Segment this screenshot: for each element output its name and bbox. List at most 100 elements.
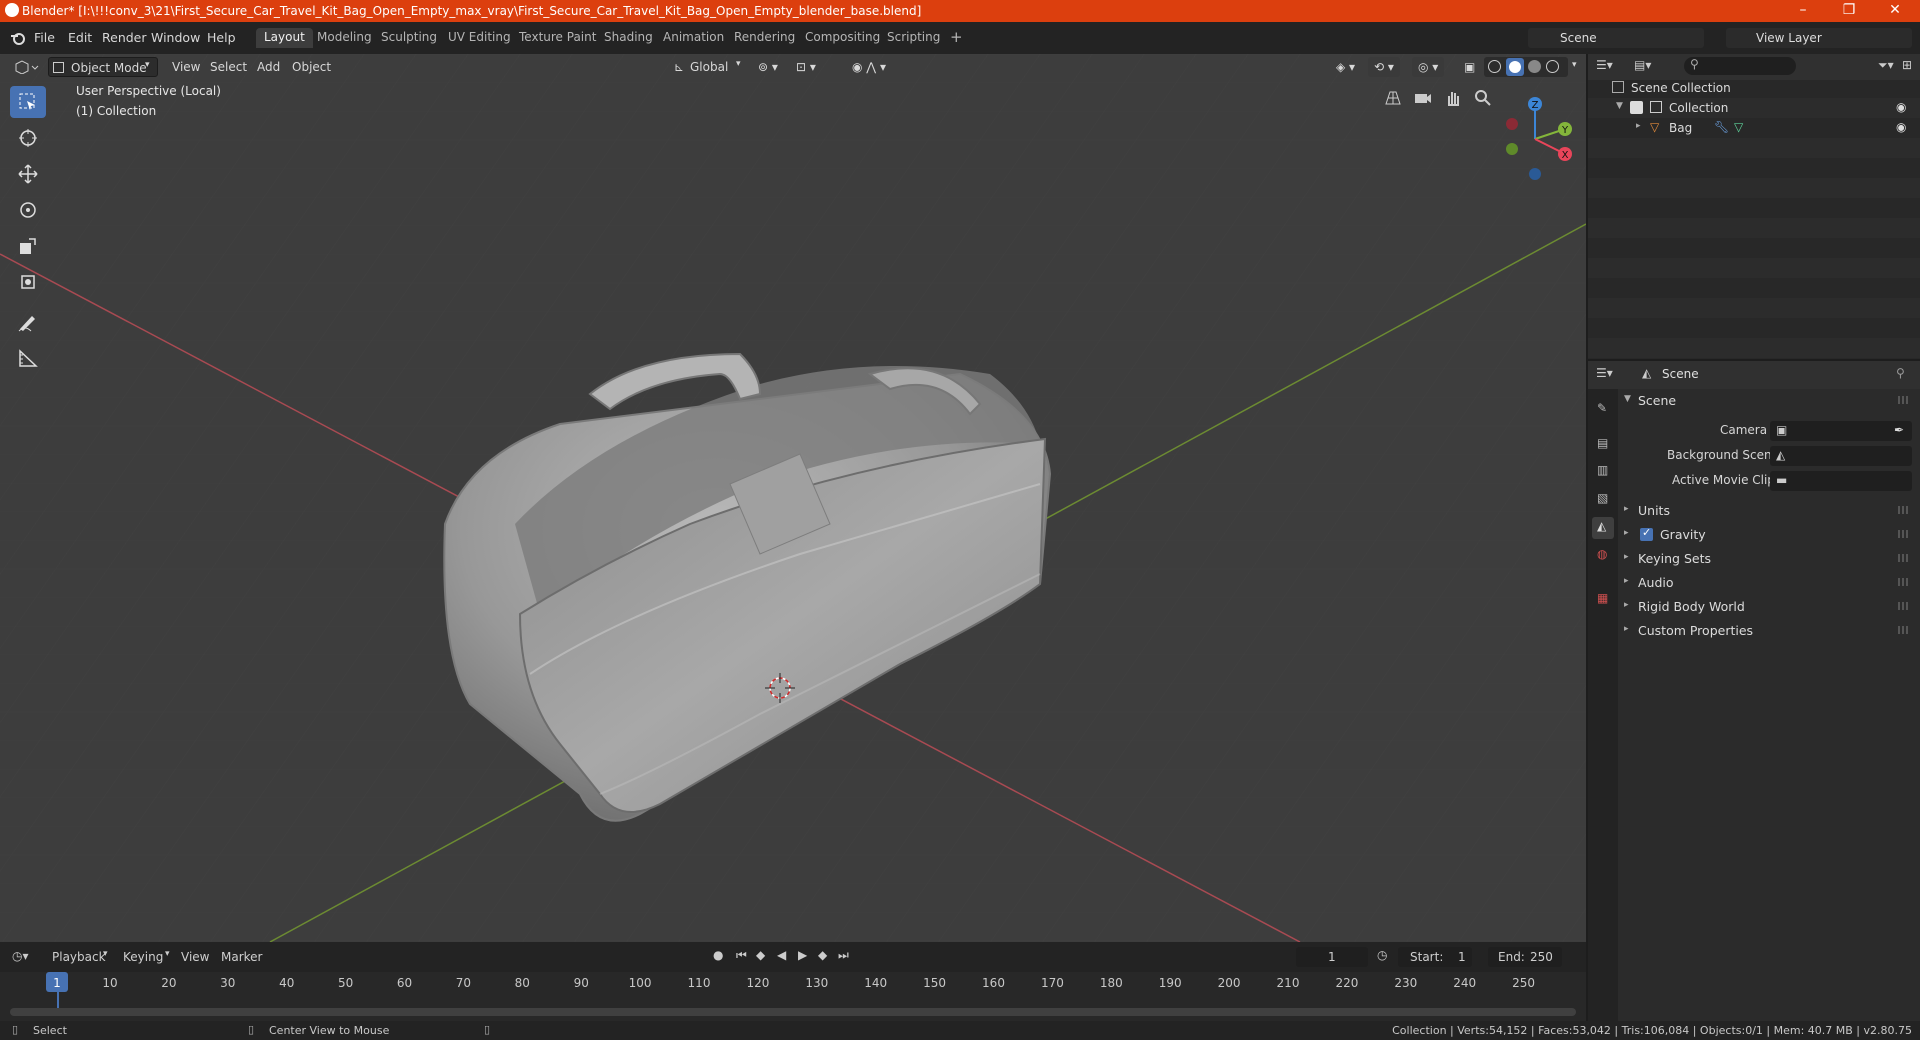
- tab-render[interactable]: ▤: [1592, 434, 1614, 456]
- zoom-view-icon[interactable]: [1473, 88, 1493, 108]
- gravity-panel[interactable]: ▸ ✓ Gravity: [1624, 524, 1914, 546]
- outliner-row-scene-collection[interactable]: Scene Collection: [1588, 78, 1920, 98]
- tab-output[interactable]: ▥: [1592, 461, 1614, 483]
- outliner-row-collection[interactable]: ▼ Collection ◉: [1588, 98, 1920, 118]
- outliner-search-input[interactable]: ⚲: [1684, 57, 1796, 75]
- menu-marker[interactable]: Marker: [221, 950, 262, 964]
- properties-editor-icon[interactable]: ☰▾: [1596, 366, 1613, 380]
- start-frame-field[interactable]: Start: 1: [1398, 947, 1472, 967]
- orientation-dropdown[interactable]: ⊾ Global ▾: [670, 57, 748, 77]
- menu-playback[interactable]: Playback: [52, 950, 106, 964]
- gizmo-neg-x-icon[interactable]: [1506, 118, 1518, 130]
- mode-dropdown[interactable]: Object Mode ▾: [48, 57, 158, 77]
- gravity-checkbox[interactable]: ✓: [1640, 526, 1653, 541]
- drag-handle-icon[interactable]: [1898, 602, 1908, 610]
- tab-uv-editing[interactable]: UV Editing: [440, 28, 519, 48]
- scene-panel-header[interactable]: ▼ Scene: [1624, 390, 1914, 412]
- drag-handle-icon[interactable]: [1898, 396, 1908, 404]
- menu-add[interactable]: Add: [251, 57, 286, 77]
- outliner-row-bag[interactable]: ▸ ▽ Bag 🔧︎ ▽ ◉: [1588, 118, 1920, 138]
- proportional-edit-icon[interactable]: ◉ ⋀ ▾: [846, 57, 892, 77]
- menu-view[interactable]: View: [181, 950, 209, 964]
- jump-start-icon[interactable]: ⏮: [736, 948, 747, 963]
- tab-modeling[interactable]: Modeling: [309, 28, 380, 48]
- editor-type-dropdown[interactable]: [8, 57, 46, 77]
- rotate-tool[interactable]: [10, 194, 46, 226]
- tab-animation[interactable]: Animation: [655, 28, 732, 48]
- eye-icon[interactable]: ◉: [1896, 100, 1906, 114]
- measure-tool[interactable]: [10, 342, 46, 374]
- end-frame-field[interactable]: End: 250: [1488, 947, 1562, 967]
- record-icon[interactable]: ●: [713, 948, 723, 962]
- snap-icon[interactable]: ⊡ ▾: [790, 57, 822, 77]
- eye-icon[interactable]: ◉: [1896, 120, 1906, 134]
- tab-scripting[interactable]: Scripting: [879, 28, 948, 48]
- tab-layout[interactable]: Layout: [256, 28, 313, 48]
- menu-help[interactable]: Help: [207, 30, 236, 45]
- menu-window[interactable]: Window: [151, 30, 200, 45]
- select-box-tool[interactable]: [10, 86, 46, 118]
- menu-edit[interactable]: Edit: [68, 30, 92, 45]
- outliner-editor-icon[interactable]: ☰▾: [1596, 58, 1613, 72]
- current-frame-field[interactable]: 1: [1296, 947, 1368, 967]
- gizmo-neg-y-icon[interactable]: [1506, 143, 1518, 155]
- drag-handle-icon[interactable]: [1898, 578, 1908, 586]
- next-keyframe-icon[interactable]: ◆: [818, 948, 827, 962]
- move-tool[interactable]: [10, 158, 46, 190]
- solid-shading-icon[interactable]: [1506, 58, 1524, 76]
- close-button[interactable]: ✕: [1872, 0, 1918, 22]
- 3d-viewport[interactable]: User Perspective (Local) (1) Collection …: [0, 54, 1586, 942]
- menu-keying[interactable]: Keying: [123, 950, 163, 964]
- timeline-editor-icon[interactable]: ◷▾: [12, 949, 29, 963]
- toggle-perspective-icon[interactable]: [1383, 88, 1403, 108]
- visibility-icon[interactable]: ◈ ▾: [1330, 57, 1361, 77]
- pin-icon[interactable]: ⚲: [1896, 366, 1905, 380]
- menu-render[interactable]: Render: [102, 30, 147, 45]
- collection-exclude-checkbox[interactable]: [1630, 101, 1643, 114]
- units-panel[interactable]: ▸ Units: [1624, 500, 1914, 522]
- filter-icon[interactable]: ⏷▾: [1878, 58, 1894, 73]
- gizmo-neg-z-icon[interactable]: [1529, 168, 1541, 180]
- rigid-body-world-panel[interactable]: ▸ Rigid Body World: [1624, 596, 1914, 618]
- scale-tool[interactable]: [10, 230, 46, 262]
- menu-view[interactable]: View: [166, 57, 206, 77]
- play-reverse-icon[interactable]: ◀: [777, 948, 786, 962]
- tab-rendering[interactable]: Rendering: [726, 28, 803, 48]
- tab-tool[interactable]: ✎: [1592, 399, 1614, 421]
- shading-options-icon[interactable]: ▾: [1566, 57, 1583, 77]
- tab-compositing[interactable]: Compositing: [797, 28, 888, 48]
- pan-view-icon[interactable]: [1443, 88, 1463, 108]
- mesh-data-icon[interactable]: ▽: [1734, 120, 1743, 134]
- transform-tool[interactable]: [10, 266, 46, 298]
- scene-selector[interactable]: Scene: [1528, 28, 1704, 48]
- add-workspace-button[interactable]: +: [942, 26, 971, 46]
- pivot-point-icon[interactable]: ⊚ ▾: [752, 57, 784, 77]
- menu-object[interactable]: Object: [286, 57, 337, 77]
- menu-select[interactable]: Select: [204, 57, 253, 77]
- gizmo-toggle-icon[interactable]: ⟲ ▾: [1368, 57, 1400, 77]
- modifier-wrench-icon[interactable]: 🔧︎: [1714, 120, 1729, 134]
- tab-texture-paint[interactable]: Texture Paint: [511, 28, 604, 48]
- expand-arrow-icon[interactable]: ▼: [1616, 101, 1623, 111]
- drag-handle-icon[interactable]: [1898, 506, 1908, 514]
- material-shading-icon[interactable]: [1528, 60, 1541, 73]
- view-layer-selector[interactable]: View Layer: [1726, 28, 1912, 48]
- custom-properties-panel[interactable]: ▸ Custom Properties: [1624, 620, 1914, 642]
- rendered-shading-icon[interactable]: [1546, 60, 1559, 73]
- prev-keyframe-icon[interactable]: ◆: [756, 948, 765, 962]
- navigation-gizmo[interactable]: Z Y X: [1490, 84, 1580, 194]
- menu-file[interactable]: File: [34, 30, 55, 45]
- expand-arrow-icon[interactable]: ▸: [1636, 121, 1641, 131]
- tab-texture[interactable]: ▦: [1592, 589, 1614, 611]
- annotate-tool[interactable]: [10, 306, 46, 338]
- audio-panel[interactable]: ▸ Audio: [1624, 572, 1914, 594]
- maximize-button[interactable]: ❐: [1826, 0, 1872, 22]
- tab-view-layer[interactable]: ▧: [1592, 489, 1614, 511]
- keying-sets-panel[interactable]: ▸ Keying Sets: [1624, 548, 1914, 570]
- overlays-icon[interactable]: ◎ ▾: [1412, 57, 1445, 77]
- eyedropper-icon[interactable]: ✒: [1894, 423, 1904, 437]
- background-scene-field[interactable]: ◭: [1770, 446, 1912, 466]
- play-icon[interactable]: ▶: [798, 948, 807, 962]
- clock-icon[interactable]: ◷: [1377, 948, 1387, 962]
- blender-menu-icon[interactable]: [10, 30, 26, 46]
